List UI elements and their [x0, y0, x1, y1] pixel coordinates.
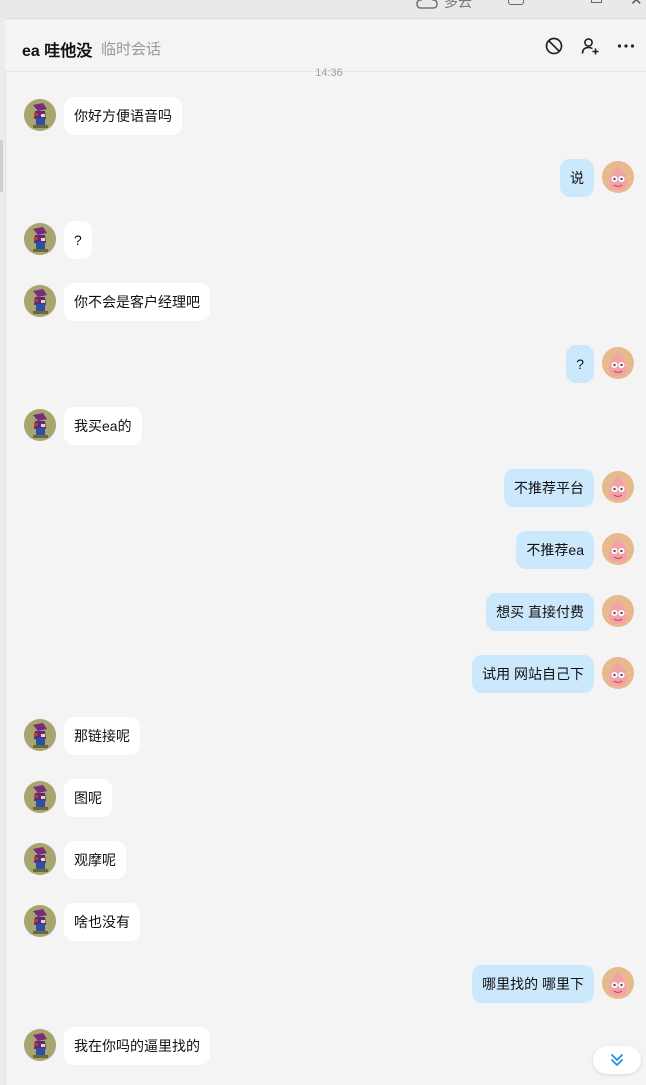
outgoing-message: 不推荐ea	[0, 531, 646, 571]
outgoing-message: 想买 直接付费	[0, 593, 646, 633]
outgoing-message: 不推荐平台	[0, 469, 646, 509]
more-icon[interactable]	[616, 36, 636, 56]
outgoing-message: ?	[0, 345, 646, 385]
incoming-message: 啥也没有	[0, 903, 646, 943]
message-bubble[interactable]: ?	[566, 345, 594, 383]
contact-avatar[interactable]	[24, 843, 56, 875]
my-avatar[interactable]	[602, 471, 634, 503]
message-bubble[interactable]: 观摩呢	[64, 841, 126, 879]
message-bubble[interactable]: 不推荐平台	[504, 469, 594, 507]
message-bubble[interactable]: 不推荐ea	[516, 531, 594, 569]
contact-avatar[interactable]	[24, 719, 56, 751]
incoming-message: 我买ea的	[0, 407, 646, 447]
message-bubble[interactable]: 你好方便语音吗	[64, 97, 182, 135]
my-avatar[interactable]	[602, 533, 634, 565]
incoming-message: 我在你吗的逼里找的	[0, 1027, 646, 1067]
contact-avatar[interactable]	[24, 1029, 56, 1061]
add-friend-icon[interactable]	[580, 36, 600, 56]
my-avatar[interactable]	[602, 657, 634, 689]
contact-avatar[interactable]	[24, 223, 56, 255]
message-bubble[interactable]: 想买 直接付费	[486, 593, 594, 631]
message-bubble[interactable]: 图呢	[64, 779, 112, 817]
session-type-label: 临时会话	[101, 41, 162, 58]
message-bubble[interactable]: 那链接呢	[64, 717, 140, 755]
block-icon[interactable]	[544, 36, 564, 56]
window-titlebar: 多云 ✕	[0, 0, 646, 19]
scroll-to-bottom-button[interactable]	[593, 1046, 641, 1074]
message-bubble[interactable]: 哪里找的 哪里下	[472, 965, 594, 1003]
double-chevron-down-icon	[611, 1054, 623, 1066]
incoming-message: 观摩呢	[0, 841, 646, 881]
outgoing-message: 试用 网站自己下	[0, 655, 646, 695]
message-bubble[interactable]: ?	[64, 221, 92, 259]
maximize-icon[interactable]	[591, 0, 602, 3]
message-bubble[interactable]: 你不会是客户经理吧	[64, 283, 210, 321]
outgoing-message: 哪里找的 哪里下	[0, 965, 646, 1005]
close-icon[interactable]: ✕	[630, 0, 643, 9]
contact-name[interactable]: ea 哇他没	[22, 37, 92, 61]
message-timestamp: 14:36	[315, 67, 343, 79]
outgoing-message: 说	[0, 159, 646, 199]
cloud-icon	[416, 0, 438, 9]
incoming-message: 你好方便语音吗	[0, 97, 646, 137]
message-bubble[interactable]: 说	[560, 159, 594, 197]
incoming-message: 你不会是客户经理吧	[0, 283, 646, 323]
my-avatar[interactable]	[602, 347, 634, 379]
my-avatar[interactable]	[602, 161, 634, 193]
incoming-message: ?	[0, 221, 646, 261]
contact-avatar[interactable]	[24, 905, 56, 937]
message-bubble[interactable]: 啥也没有	[64, 903, 140, 941]
contact-avatar[interactable]	[24, 781, 56, 813]
incoming-message: 图呢	[0, 779, 646, 819]
message-bubble[interactable]: 我买ea的	[64, 407, 142, 445]
my-avatar[interactable]	[602, 967, 634, 999]
contact-avatar[interactable]	[24, 99, 56, 131]
contact-avatar[interactable]	[24, 409, 56, 441]
incoming-message: 那链接呢	[0, 717, 646, 757]
my-avatar[interactable]	[602, 595, 634, 627]
contact-avatar[interactable]	[24, 285, 56, 317]
weather-label: 多云	[444, 0, 472, 10]
pin-icon[interactable]	[508, 0, 524, 5]
message-bubble[interactable]: 我在你吗的逼里找的	[64, 1027, 210, 1065]
message-bubble[interactable]: 试用 网站自己下	[472, 655, 594, 693]
